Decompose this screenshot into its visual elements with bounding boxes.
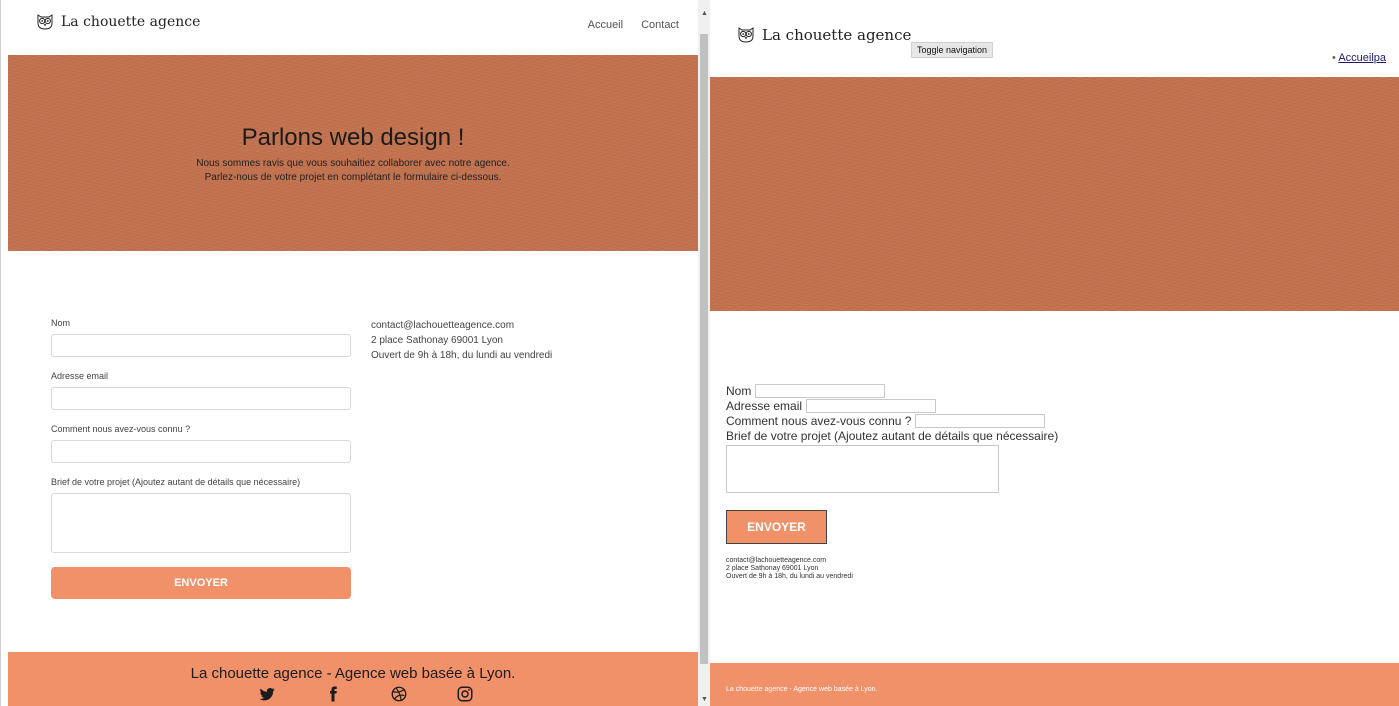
owl-icon bbox=[37, 14, 53, 30]
footer: La chouette agence - Agence web basée à … bbox=[710, 663, 1399, 706]
contact-address: 2 place Sathonay 69001 Lyon bbox=[371, 335, 503, 346]
brand-name: La chouette agence bbox=[762, 26, 912, 44]
scroll-up-icon[interactable]: ▲ bbox=[701, 10, 708, 17]
dribbble-icon[interactable] bbox=[390, 685, 408, 703]
unstyled-page-pane: La chouette agence Toggle navigation • A… bbox=[710, 0, 1399, 706]
facebook-icon[interactable] bbox=[324, 685, 342, 703]
source-label: Comment nous avez-vous connu ? bbox=[726, 413, 912, 428]
brief-label: Brief de votre projet (Ajoutez autant de… bbox=[726, 428, 1059, 443]
footer-text: La chouette agence - Agence web basée à … bbox=[190, 665, 516, 682]
page-title: Parlons web design ! bbox=[241, 124, 465, 151]
social-links bbox=[258, 685, 474, 703]
hero-line-2: Parlez-nous de votre projet en complétan… bbox=[204, 172, 502, 183]
nav-list: • Accueilpa bbox=[1332, 52, 1386, 64]
toggle-navigation-button[interactable]: Toggle navigation bbox=[911, 42, 994, 58]
source-input[interactable] bbox=[915, 413, 1046, 428]
footer: La chouette agence - Agence web basée à … bbox=[8, 652, 698, 706]
form-row: Brief de votre projet (Ajoutez autant de… bbox=[726, 428, 1058, 443]
name-input[interactable] bbox=[755, 383, 886, 398]
email-input[interactable] bbox=[51, 387, 351, 410]
hero-subtitle: Nous sommes ravis que vous souhaitiez co… bbox=[8, 157, 698, 185]
hero-banner: Parlons web design ! Nous sommes ravis q… bbox=[8, 55, 698, 251]
footer-text: La chouette agence - Agence web basée à … bbox=[726, 686, 878, 693]
brand-logo-unstyled[interactable]: La chouette agence bbox=[736, 26, 911, 44]
hero-line-1: Nous sommes ravis que vous souhaitiez co… bbox=[196, 158, 510, 169]
form-row: Adresse email bbox=[726, 398, 1058, 413]
contact-form: Nom Adresse email Comment nous avez-vous… bbox=[51, 318, 353, 599]
contact-info: contact@lachouetteagence.com 2 place Sat… bbox=[726, 557, 853, 581]
contact-hours: Ouvert de 9h à 18h, du lundi au vendredi bbox=[371, 350, 553, 361]
instagram-icon[interactable] bbox=[456, 685, 474, 703]
nav-link-home[interactable]: Accueil bbox=[588, 19, 623, 31]
owl-icon bbox=[738, 27, 754, 43]
contact-hours: Ouvert de 9h à 18h, du lundi au vendredi bbox=[726, 573, 853, 580]
nav-link-contact[interactable]: Contact bbox=[641, 19, 679, 31]
brief-textarea[interactable] bbox=[726, 445, 999, 493]
brand-logo[interactable]: La chouette agence bbox=[35, 13, 200, 31]
screen: La chouette agence Accueil Contact Parlo… bbox=[0, 0, 1399, 706]
nav-link-home[interactable]: Accueilpa bbox=[1338, 52, 1386, 64]
top-nav: La chouette agence Accueil Contact bbox=[1, 0, 698, 55]
vertical-scrollbar[interactable]: ▲ ▼ bbox=[698, 0, 710, 706]
form-row: Nom bbox=[726, 383, 1058, 398]
form-row: Comment nous avez-vous connu ? bbox=[726, 413, 1058, 428]
email-input[interactable] bbox=[806, 398, 937, 413]
brief-label: Brief de votre projet (Ajoutez autant de… bbox=[51, 477, 301, 487]
contact-address: 2 place Sathonay 69001 Lyon bbox=[726, 565, 819, 572]
scroll-down-icon[interactable]: ▼ bbox=[701, 696, 708, 703]
contact-email: contact@lachouetteagence.com bbox=[371, 320, 515, 331]
styled-page-pane: La chouette agence Accueil Contact Parlo… bbox=[0, 0, 698, 706]
contact-info: contact@lachouetteagence.com 2 place Sat… bbox=[371, 318, 552, 363]
contact-form-unstyled: Nom Adresse email Comment nous avez-vous… bbox=[726, 383, 1058, 493]
submit-button[interactable]: ENVOYER bbox=[726, 510, 827, 544]
hero-banner bbox=[710, 77, 1399, 311]
source-input[interactable] bbox=[51, 440, 351, 463]
name-label: Nom bbox=[51, 318, 71, 328]
email-label: Adresse email bbox=[726, 398, 803, 413]
list-bullet: • bbox=[1332, 52, 1336, 64]
main-menu: Accueil Contact bbox=[588, 19, 679, 31]
contact-email: contact@lachouetteagence.com bbox=[726, 557, 827, 564]
source-label: Comment nous avez-vous connu ? bbox=[51, 424, 191, 434]
twitter-icon[interactable] bbox=[258, 685, 276, 703]
scrollbar-thumb[interactable] bbox=[700, 34, 708, 664]
email-label: Adresse email bbox=[51, 371, 109, 381]
name-input[interactable] bbox=[51, 334, 351, 357]
brief-textarea[interactable] bbox=[51, 493, 351, 553]
name-label: Nom bbox=[726, 383, 752, 398]
submit-button[interactable]: ENVOYER bbox=[51, 567, 351, 599]
brand-name: La chouette agence bbox=[61, 14, 201, 30]
